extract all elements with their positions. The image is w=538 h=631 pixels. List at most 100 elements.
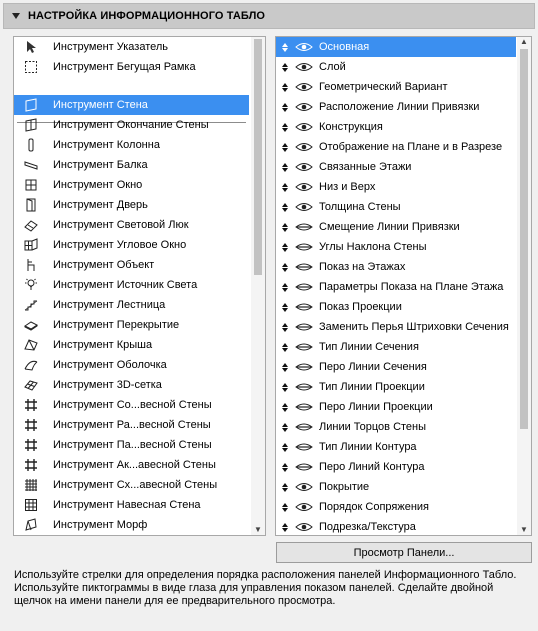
eye-open-icon[interactable] bbox=[295, 61, 313, 73]
panel-list-scrollbar[interactable]: ▲ ▼ bbox=[517, 37, 531, 535]
eye-closed-icon[interactable] bbox=[295, 261, 313, 273]
eye-closed-icon[interactable] bbox=[295, 441, 313, 453]
eye-open-icon[interactable] bbox=[295, 201, 313, 213]
reorder-arrows-icon[interactable] bbox=[279, 202, 291, 212]
infobox-panel-item[interactable]: Связанные Этажи bbox=[276, 157, 516, 177]
reorder-arrows-icon[interactable] bbox=[279, 142, 291, 152]
infobox-panel-item[interactable]: Заменить Перья Штриховки Сечения bbox=[276, 317, 516, 337]
tool-list-scrollbar[interactable]: ▼ bbox=[251, 37, 265, 535]
eye-open-icon[interactable] bbox=[295, 121, 313, 133]
tool-item[interactable]: Инструмент Морф bbox=[14, 515, 249, 535]
eye-open-icon[interactable] bbox=[295, 81, 313, 93]
tool-item[interactable]: Инструмент Навесная Стена bbox=[14, 495, 249, 515]
infobox-panel-item[interactable]: Тип Линии Сечения bbox=[276, 337, 516, 357]
collapse-triangle-icon[interactable] bbox=[12, 13, 20, 19]
infobox-panel-item[interactable]: Перо Линий Контура bbox=[276, 457, 516, 477]
tool-item[interactable]: Инструмент Балка bbox=[14, 155, 249, 175]
tool-list-scroll-thumb[interactable] bbox=[254, 39, 262, 275]
tool-item[interactable]: Инструмент Дверь bbox=[14, 195, 249, 215]
eye-closed-icon[interactable] bbox=[295, 321, 313, 333]
reorder-arrows-icon[interactable] bbox=[279, 382, 291, 392]
eye-closed-icon[interactable] bbox=[295, 281, 313, 293]
infobox-panel-item[interactable]: Слой bbox=[276, 57, 516, 77]
reorder-arrows-icon[interactable] bbox=[279, 362, 291, 372]
reorder-arrows-icon[interactable] bbox=[279, 222, 291, 232]
tool-item[interactable]: Инструмент Лестница bbox=[14, 295, 249, 315]
infobox-panel-item[interactable]: Перо Линии Проекции bbox=[276, 397, 516, 417]
reorder-arrows-icon[interactable] bbox=[279, 342, 291, 352]
infobox-panel-item[interactable]: Показ на Этажах bbox=[276, 257, 516, 277]
eye-closed-icon[interactable] bbox=[295, 361, 313, 373]
infobox-panel-item[interactable]: Геометрический Вариант bbox=[276, 77, 516, 97]
reorder-arrows-icon[interactable] bbox=[279, 302, 291, 312]
tool-item[interactable]: Инструмент Окно bbox=[14, 175, 249, 195]
panel-header[interactable]: НАСТРОЙКА ИНФОРМАЦИОННОГО ТАБЛО bbox=[3, 3, 535, 29]
reorder-arrows-icon[interactable] bbox=[279, 422, 291, 432]
tool-item[interactable]: Инструмент Объект bbox=[14, 255, 249, 275]
infobox-panel-item[interactable]: Порядок Сопряжения bbox=[276, 497, 516, 517]
tool-item[interactable]: Инструмент Ра...весной Стены bbox=[14, 415, 249, 435]
reorder-arrows-icon[interactable] bbox=[279, 262, 291, 272]
tool-item[interactable]: Инструмент Бегущая Рамка bbox=[14, 57, 249, 77]
eye-closed-icon[interactable] bbox=[295, 221, 313, 233]
infobox-panel-item[interactable]: Основная bbox=[276, 37, 516, 57]
tool-item[interactable]: Инструмент Ак...авесной Стены bbox=[14, 455, 249, 475]
infobox-panel-item[interactable]: Тип Линии Контура bbox=[276, 437, 516, 457]
infobox-panel-list[interactable]: ▲ ▼ Основная Слой Геометрический Вариант Ра… bbox=[275, 36, 532, 536]
infobox-panel-item[interactable]: Параметры Показа на Плане Этажа bbox=[276, 277, 516, 297]
reorder-arrows-icon[interactable] bbox=[279, 282, 291, 292]
tool-item[interactable]: Инструмент Источник Света bbox=[14, 275, 249, 295]
tool-item[interactable]: Инструмент Па...весной Стены bbox=[14, 435, 249, 455]
reorder-arrows-icon[interactable] bbox=[279, 82, 291, 92]
tool-item[interactable]: Инструмент Со...весной Стены bbox=[14, 395, 249, 415]
tool-item[interactable]: Инструмент Световой Люк bbox=[14, 215, 249, 235]
eye-open-icon[interactable] bbox=[295, 521, 313, 533]
tool-item[interactable]: Инструмент Угловое Окно bbox=[14, 235, 249, 255]
eye-closed-icon[interactable] bbox=[295, 381, 313, 393]
reorder-arrows-icon[interactable] bbox=[279, 402, 291, 412]
eye-open-icon[interactable] bbox=[295, 101, 313, 113]
scroll-down-arrow-icon[interactable]: ▼ bbox=[251, 525, 265, 535]
reorder-arrows-icon[interactable] bbox=[279, 62, 291, 72]
infobox-panel-item[interactable]: Линии Торцов Стены bbox=[276, 417, 516, 437]
reorder-arrows-icon[interactable] bbox=[279, 462, 291, 472]
tool-item[interactable]: Инструмент Окончание Стены bbox=[14, 115, 249, 135]
reorder-arrows-icon[interactable] bbox=[279, 182, 291, 192]
reorder-arrows-icon[interactable] bbox=[279, 522, 291, 532]
eye-open-icon[interactable] bbox=[295, 41, 313, 53]
eye-open-icon[interactable] bbox=[295, 141, 313, 153]
tool-item[interactable]: Инструмент Оболочка bbox=[14, 355, 249, 375]
reorder-arrows-icon[interactable] bbox=[279, 442, 291, 452]
infobox-panel-item[interactable]: Расположение Линии Привязки bbox=[276, 97, 516, 117]
eye-closed-icon[interactable] bbox=[295, 421, 313, 433]
tool-item[interactable]: Инструмент 3D-сетка bbox=[14, 375, 249, 395]
tool-item[interactable]: Инструмент Стена bbox=[14, 95, 249, 115]
reorder-arrows-icon[interactable] bbox=[279, 482, 291, 492]
infobox-panel-item[interactable]: Отображение на Плане и в Разрезе bbox=[276, 137, 516, 157]
tool-item[interactable]: Инструмент Колонна bbox=[14, 135, 249, 155]
eye-open-icon[interactable] bbox=[295, 481, 313, 493]
eye-open-icon[interactable] bbox=[295, 161, 313, 173]
reorder-arrows-icon[interactable] bbox=[279, 322, 291, 332]
preview-panel-button[interactable]: Просмотр Панели... bbox=[276, 542, 532, 563]
infobox-panel-item[interactable]: Конструкция bbox=[276, 117, 516, 137]
infobox-panel-item[interactable]: Толщина Стены bbox=[276, 197, 516, 217]
eye-closed-icon[interactable] bbox=[295, 301, 313, 313]
tool-item[interactable]: Инструмент Крыша bbox=[14, 335, 249, 355]
infobox-panel-item[interactable]: Покрытие bbox=[276, 477, 516, 497]
eye-closed-icon[interactable] bbox=[295, 241, 313, 253]
infobox-panel-item[interactable]: Низ и Верх bbox=[276, 177, 516, 197]
panel-list-scroll-thumb[interactable] bbox=[520, 49, 528, 429]
reorder-arrows-icon[interactable] bbox=[279, 502, 291, 512]
scroll-up-arrow-icon[interactable]: ▲ bbox=[517, 37, 531, 47]
infobox-panel-item[interactable]: Углы Наклона Стены bbox=[276, 237, 516, 257]
tool-list[interactable]: ▼ Инструмент Указатель Инструмент Бегущая… bbox=[13, 36, 266, 536]
infobox-panel-item[interactable]: Показ Проекции bbox=[276, 297, 516, 317]
tool-item[interactable]: Инструмент Перекрытие bbox=[14, 315, 249, 335]
tool-item[interactable]: Инструмент Указатель bbox=[14, 37, 249, 57]
eye-closed-icon[interactable] bbox=[295, 461, 313, 473]
scroll-down-arrow-icon[interactable]: ▼ bbox=[517, 525, 531, 535]
reorder-arrows-icon[interactable] bbox=[279, 102, 291, 112]
reorder-arrows-icon[interactable] bbox=[279, 42, 291, 52]
eye-closed-icon[interactable] bbox=[295, 341, 313, 353]
